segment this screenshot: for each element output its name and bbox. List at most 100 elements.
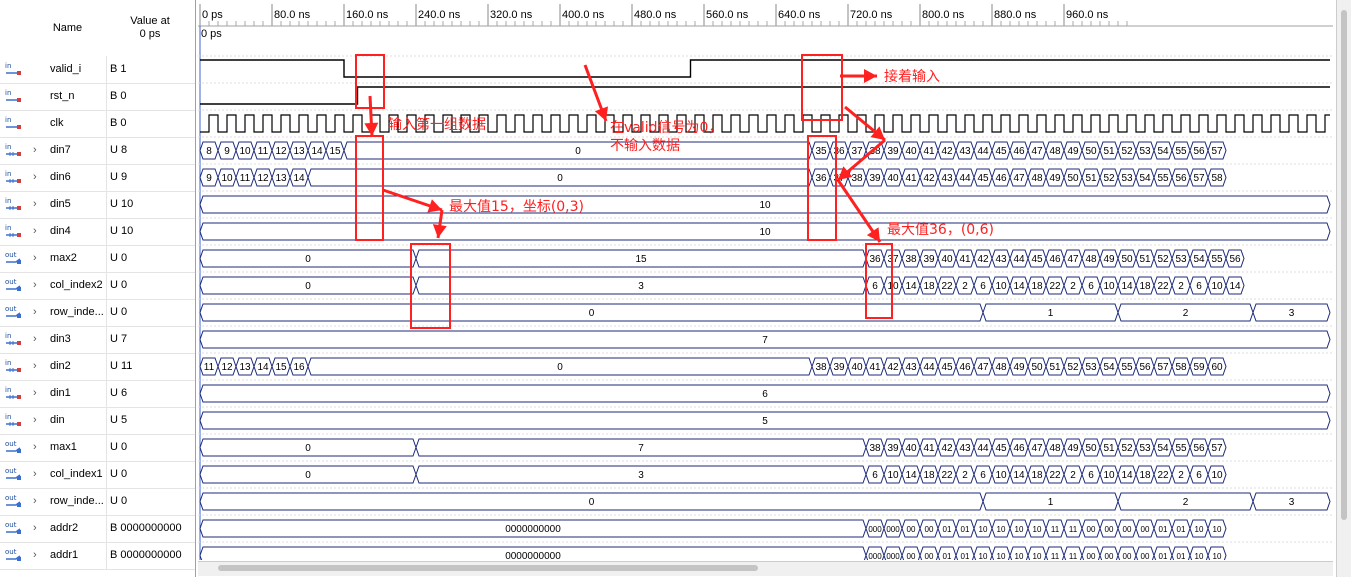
annotation-arrow-head: [364, 122, 379, 136]
bus-value-label: 10: [1195, 552, 1204, 560]
expand-chevron-icon[interactable]: ›: [33, 144, 37, 156]
signal-name: din6: [50, 171, 71, 183]
bus-value-label: 11: [1051, 552, 1060, 560]
signal-row[interactable]: out › row_inde... U 0: [0, 299, 195, 327]
bus-value-label: 45: [995, 146, 1007, 157]
waveform-area[interactable]: 0 ps 80.0 ns 160.0 ns 240.0 ns 320.0 ns 400.0…: [198, 0, 1333, 570]
expand-chevron-icon[interactable]: ›: [33, 441, 37, 453]
bus-value-label: 01: [943, 525, 952, 534]
signal-row[interactable]: in › din1 U 6: [0, 380, 195, 408]
bus-value-label: 59: [1193, 362, 1205, 373]
bus-value-label: 54: [1139, 173, 1151, 184]
bus-value-label: 52: [1103, 173, 1115, 184]
annotation-valid-low-l2: 不输入数据: [610, 138, 680, 154]
signal-row[interactable]: out › max1 U 0: [0, 434, 195, 462]
signal-name: din: [50, 414, 65, 426]
expand-chevron-icon[interactable]: ›: [33, 279, 37, 291]
expand-chevron-icon[interactable]: ›: [33, 549, 37, 561]
bus-value-label: 6: [980, 470, 986, 481]
bus-value-label: 40: [905, 443, 917, 454]
signal-value: U 9: [110, 171, 128, 183]
bus-value-label: 14: [1013, 470, 1025, 481]
bus-value-label: 13: [239, 362, 251, 373]
bus-value-label: 43: [995, 254, 1007, 265]
input-bus-icon: in: [4, 358, 24, 374]
signal-row[interactable]: in clk B 0: [0, 110, 195, 138]
bus-value-label: 46: [959, 362, 971, 373]
bus-value-label: 55: [1175, 146, 1187, 157]
bus-value-label: 53: [1139, 443, 1151, 454]
signal-row[interactable]: in › din2 U 11: [0, 353, 195, 381]
signal-row[interactable]: out › col_index1 U 0: [0, 461, 195, 489]
vertical-scrollbar[interactable]: [1336, 0, 1351, 577]
signal-row[interactable]: out › col_index2 U 0: [0, 272, 195, 300]
horizontal-scrollbar[interactable]: [198, 561, 1333, 576]
signal-value: U 0: [110, 468, 128, 480]
expand-chevron-icon[interactable]: ›: [33, 495, 37, 507]
svg-text:in: in: [5, 332, 11, 340]
signal-value: U 5: [110, 414, 128, 426]
bus-value-label: 51: [1085, 173, 1097, 184]
signal-row[interactable]: in valid_i B 1: [0, 56, 195, 84]
svg-text:in: in: [5, 62, 11, 70]
bus-value-label: 50: [1031, 362, 1043, 373]
signal-row[interactable]: in › din5 U 10: [0, 191, 195, 219]
signal-row[interactable]: in › din U 5: [0, 407, 195, 435]
signal-row[interactable]: in › din7 U 8: [0, 137, 195, 165]
signal-row[interactable]: in rst_n B 0: [0, 83, 195, 111]
signal-row[interactable]: in › din3 U 7: [0, 326, 195, 354]
signal-row[interactable]: in › din4 U 10: [0, 218, 195, 246]
signal-name: addr1: [50, 549, 79, 561]
expand-chevron-icon[interactable]: ›: [33, 468, 37, 480]
bus-value-label: 39: [833, 362, 845, 373]
column-separator: [106, 542, 107, 569]
bus-value-label: 43: [959, 443, 971, 454]
vertical-scroll-thumb[interactable]: [1341, 10, 1347, 520]
expand-chevron-icon[interactable]: ›: [33, 360, 37, 372]
bus-value-label: 56: [1193, 443, 1205, 454]
signal-value: U 8: [110, 144, 128, 156]
bus-value-label: 37: [851, 146, 863, 157]
signal-row[interactable]: out › addr1 B 0000000000: [0, 542, 195, 570]
signal-row[interactable]: out › addr2 B 0000000000: [0, 515, 195, 543]
expand-chevron-icon[interactable]: ›: [33, 171, 37, 183]
expand-chevron-icon[interactable]: ›: [33, 387, 37, 399]
bus-value-label: 10: [1213, 552, 1222, 560]
svg-text:in: in: [5, 413, 11, 421]
bus-value-label: 10: [979, 525, 988, 534]
bus-value-label: 000: [868, 552, 882, 560]
bus-value-label: 46: [1013, 443, 1025, 454]
bus-value-label: 00: [1123, 552, 1132, 560]
signal-name: max1: [50, 441, 77, 453]
output-pin-icon: out: [4, 304, 24, 320]
bus-value-label: 53: [1175, 254, 1187, 265]
bus-value-label: 18: [1031, 470, 1043, 481]
expand-chevron-icon[interactable]: ›: [33, 252, 37, 264]
bus-value-label: 1: [1048, 497, 1054, 508]
bus-value-label: 54: [1157, 146, 1169, 157]
bus-value-label: 50: [1121, 254, 1133, 265]
expand-chevron-icon[interactable]: ›: [33, 225, 37, 237]
bus-value-label: 10: [239, 146, 251, 157]
signal-value: U 6: [110, 387, 128, 399]
value-header-line2: 0 ps: [139, 28, 161, 40]
bus-value-label: 01: [1177, 552, 1186, 560]
bus-value-label: 44: [923, 362, 935, 373]
expand-chevron-icon[interactable]: ›: [33, 333, 37, 345]
signal-row[interactable]: in › din6 U 9: [0, 164, 195, 192]
bus-value-label: 22: [1049, 470, 1061, 481]
expand-chevron-icon[interactable]: ›: [33, 198, 37, 210]
signal-row[interactable]: out › max2 U 0: [0, 245, 195, 273]
bus-value-label: 10: [1033, 525, 1042, 534]
horizontal-scroll-thumb[interactable]: [218, 565, 758, 571]
expand-chevron-icon[interactable]: ›: [33, 414, 37, 426]
bus-value-label: 13: [293, 146, 305, 157]
signal-row[interactable]: out › row_inde... U 0: [0, 488, 195, 516]
bus-value-label: 39: [887, 443, 899, 454]
expand-chevron-icon[interactable]: ›: [33, 306, 37, 318]
bus-value-label: 9: [224, 146, 230, 157]
expand-chevron-icon[interactable]: ›: [33, 522, 37, 534]
bus-value-label: 49: [1067, 443, 1079, 454]
column-separator: [106, 218, 107, 245]
bus-value-label: 3: [1289, 308, 1295, 319]
